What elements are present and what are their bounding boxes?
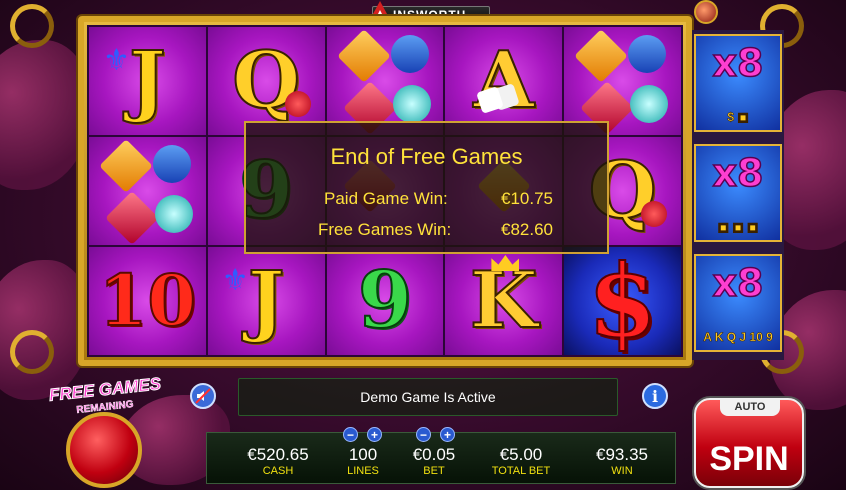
red-gem-icon [105,191,159,245]
orange-gem-icon [99,139,153,193]
reel-symbol-gems [326,27,444,135]
cyan-gem-icon [147,187,201,241]
cyan-gem-icon [622,77,677,131]
bet-label: BET [423,465,445,477]
paid-game-win-value: €10.75 [501,189,553,208]
multiplier-value: x8 [712,261,764,305]
info-icon: i [651,386,659,406]
reel-symbol-jack: ⚜ J [207,247,325,355]
lines-increase-button[interactable]: + [367,427,382,442]
multiplier-value: x8 [712,41,764,85]
reel-symbol-jack: ⚜ J [89,27,206,135]
bet-decrease-button[interactable]: − [416,427,431,442]
multiplier-panel: x8 A K Q J 10 9 [694,254,782,352]
blue-gem-icon [620,27,675,81]
bet-increase-button[interactable]: + [440,427,455,442]
feature-panel-column: x8 $ ▣ x8 ▣ ▣ ▣ x8 A K Q J 10 9 [692,30,784,360]
reel-symbol-ten: 10 [89,247,206,355]
status-message-bar: Demo Game Is Active [238,378,618,416]
reel-symbol-gems [564,27,681,135]
blue-gem-icon [382,27,437,81]
cash-meter: €520.65 CASH [231,433,325,485]
dialog-title: End of Free Games [330,144,523,169]
total-bet-meter: €5.00 TOTAL BET [477,433,565,485]
win-value: €93.35 [596,445,648,464]
rose-icon [284,91,311,117]
free-games-win-label: Free Games Win: [318,220,452,239]
orange-gem-icon [574,29,629,83]
symbol-letter: J [128,35,167,126]
fleur-de-lis-icon: ⚜ [221,264,249,297]
reel-symbol-gems [89,137,206,245]
multiplier-subtitle: ▣ ▣ ▣ [717,220,759,235]
total-bet-value: €5.00 [499,445,543,464]
lines-label: LINES [347,465,379,477]
reel-symbol-queen: Q [207,27,325,135]
spin-label: SPIN [709,440,789,478]
fleur-de-lis-icon: ⚜ [103,44,130,77]
rose-icon [641,201,667,227]
lines-decrease-button[interactable]: − [343,427,358,442]
reel-symbol-king: K [445,247,563,355]
orange-gem-icon [336,29,391,83]
meter-bar: €520.65 CASH 100 LINES €0.05 BET €5.00 T… [206,432,676,484]
player-avatar[interactable] [694,0,718,24]
ornament-scroll [10,330,54,374]
status-message: Demo Game Is Active [360,389,496,405]
symbol-letter: 10 [98,259,197,342]
mute-icon [195,388,211,404]
multiplier-value: x8 [712,151,764,195]
reel-symbol-dollar: $ [564,247,681,355]
blue-gem-icon [145,137,199,191]
multiplier-subtitle: A K Q J 10 9 [703,330,773,345]
reel-symbol-ace: A [445,27,563,135]
reel-symbol-nine: 9 [326,247,444,355]
free-games-counter-light [66,412,142,488]
ornament-scroll [10,4,54,48]
lines-meter: 100 LINES [329,433,397,485]
end-of-free-games-dialog: End of Free Games Paid Game Win: €10.75 … [244,121,609,254]
win-label: WIN [611,465,633,477]
bet-value: €0.05 [412,445,456,464]
symbol-letter: 9 [357,255,413,346]
symbol-letter: $ [587,247,659,355]
cash-value: €520.65 [247,445,309,464]
free-games-remaining-badge: FREE GAMES REMAINING [42,374,168,488]
multiplier-subtitle: $ ▣ [727,110,749,125]
free-games-win-value: €82.60 [501,220,553,239]
symbol-letter: K [469,255,539,346]
paid-game-win-label: Paid Game Win: [324,189,448,208]
spin-button[interactable]: AUTO SPIN [694,398,804,488]
background-petal [0,40,90,190]
multiplier-panel: x8 $ ▣ [694,34,782,132]
lines-value: 100 [348,445,378,464]
total-bet-label: TOTAL BET [491,465,551,477]
sound-toggle-button[interactable] [190,383,216,409]
symbol-letter: J [247,255,286,346]
win-meter: €93.35 WIN [577,433,667,485]
bet-meter: €0.05 BET [401,433,467,485]
multiplier-panel: x8 ▣ ▣ ▣ [694,144,782,242]
autoplay-button[interactable]: AUTO [720,398,780,416]
info-button[interactable]: i [642,383,668,409]
cash-label: CASH [262,465,294,477]
